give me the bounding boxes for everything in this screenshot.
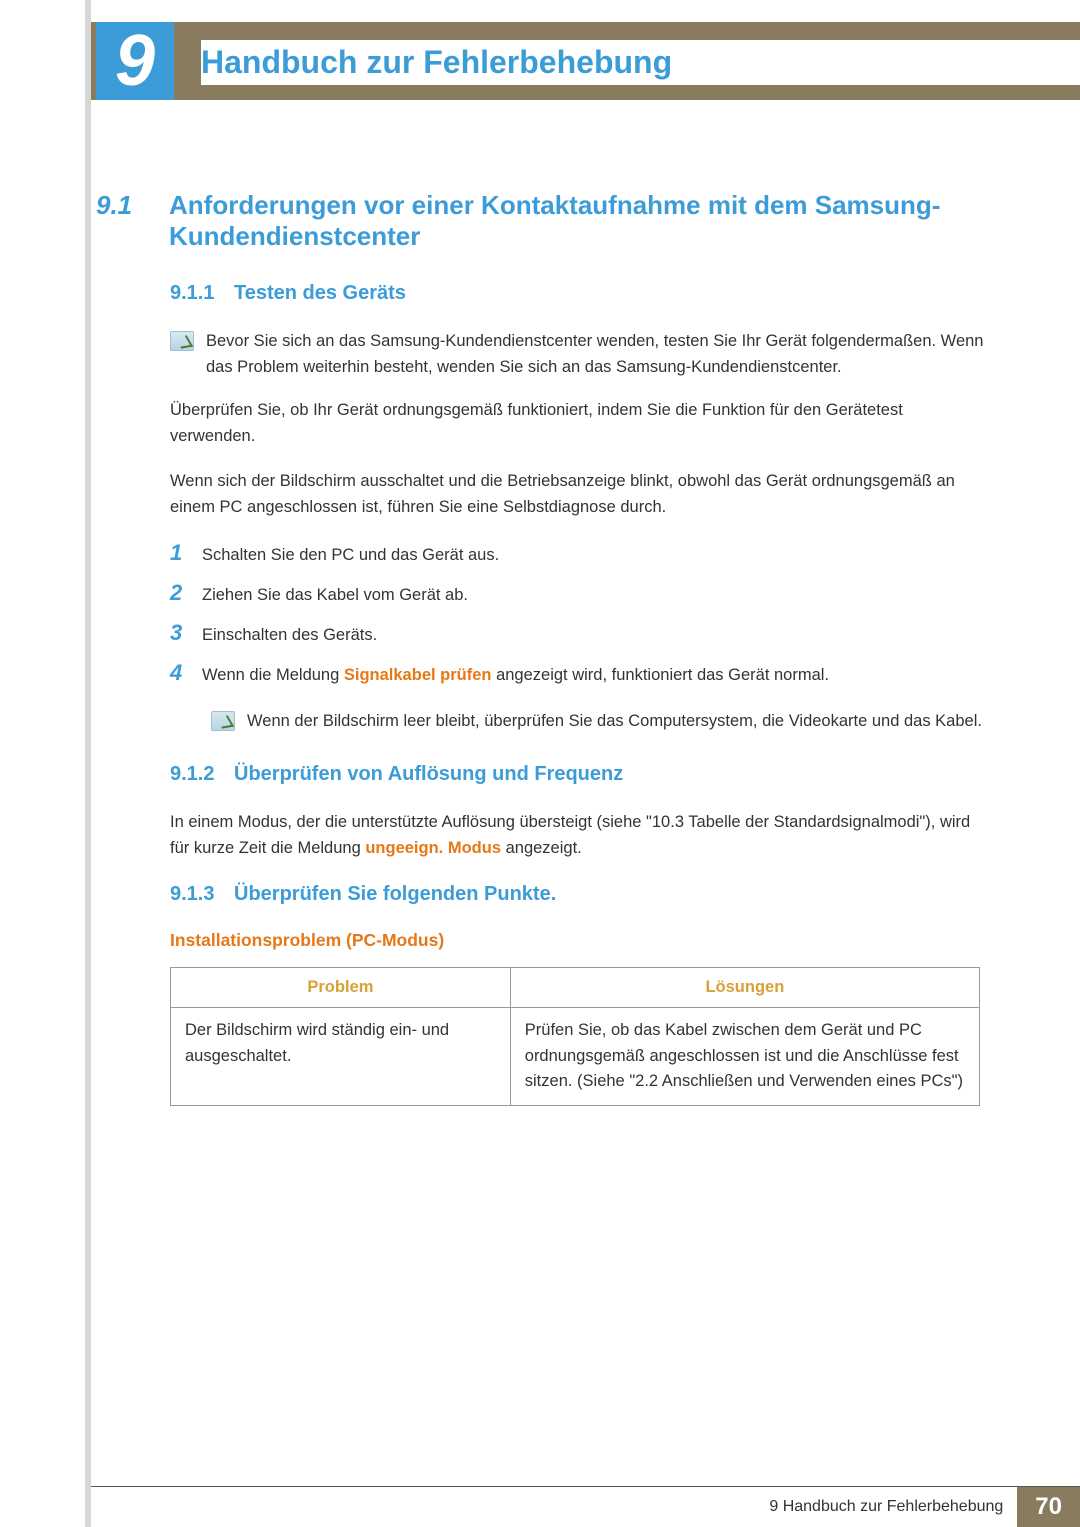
- list-item: 4 Wenn die Meldung Signalkabel prüfen an…: [170, 660, 985, 688]
- footer-page-number: 70: [1035, 1493, 1062, 1521]
- problem-table: Problem Lösungen Der Bildschirm wird stä…: [170, 967, 980, 1106]
- subsection-number: 9.1.1: [170, 282, 220, 305]
- table-cell-problem: Der Bildschirm wird ständig ein- und aus…: [171, 1008, 511, 1106]
- note-icon: [211, 711, 235, 731]
- page-body: 9 Handbuch zur Fehlerbehebung 9.1 Anford…: [91, 0, 1080, 1527]
- subsection-number: 9.1.3: [170, 883, 220, 906]
- footer-label: 9 Handbuch zur Fehlerbehebung: [769, 1498, 1017, 1516]
- p-post: angezeigt.: [501, 839, 582, 857]
- subsection-9-1-2: 9.1.2 Überprüfen von Auflösung und Frequ…: [96, 763, 985, 786]
- paragraph: Wenn sich der Bildschirm ausschaltet und…: [96, 469, 985, 520]
- list-item: 2 Ziehen Sie das Kabel vom Gerät ab.: [170, 580, 985, 608]
- note-text: Bevor Sie sich an das Samsung-Kundendien…: [206, 329, 985, 380]
- footer-page-box: 70: [1017, 1487, 1080, 1527]
- step-text: Einschalten des Geräts.: [202, 623, 377, 648]
- inner-note-block: Wenn der Bildschirm leer bleibt, überprü…: [96, 709, 985, 735]
- table-header-row: Problem Lösungen: [171, 968, 980, 1008]
- table-row: Der Bildschirm wird ständig ein- und aus…: [171, 1008, 980, 1106]
- table-header-problem: Problem: [171, 968, 511, 1008]
- subsection-title: Überprüfen Sie folgenden Punkte.: [234, 883, 556, 906]
- numbered-list: 1 Schalten Sie den PC und das Gerät aus.…: [96, 540, 985, 687]
- note-text: Wenn der Bildschirm leer bleibt, überprü…: [247, 709, 982, 735]
- subsection-number: 9.1.2: [170, 763, 220, 786]
- list-item: 3 Einschalten des Geräts.: [170, 620, 985, 648]
- highlight-text: ungeeign. Modus: [365, 839, 501, 857]
- section-9-1: 9.1 Anforderungen vor einer Kontaktaufna…: [96, 190, 985, 252]
- note-icon: [170, 331, 194, 351]
- paragraph: Überprüfen Sie, ob Ihr Gerät ordnungsgem…: [96, 398, 985, 449]
- note-block: Bevor Sie sich an das Samsung-Kundendien…: [96, 329, 985, 380]
- content-area: 9.1 Anforderungen vor einer Kontaktaufna…: [91, 190, 1080, 1106]
- left-gutter: [0, 0, 85, 1527]
- chapter-title: Handbuch zur Fehlerbehebung: [201, 40, 1080, 85]
- subsection-title: Testen des Geräts: [234, 282, 406, 305]
- page-footer: 9 Handbuch zur Fehlerbehebung 70: [91, 1487, 1080, 1527]
- chapter-number: 9: [115, 25, 155, 97]
- step4-post: angezeigt wird, funktioniert das Gerät n…: [492, 666, 830, 684]
- chapter-number-box: 9: [96, 22, 174, 100]
- list-item: 1 Schalten Sie den PC und das Gerät aus.: [170, 540, 985, 568]
- subsection-title: Überprüfen von Auflösung und Frequenz: [234, 763, 623, 786]
- highlight-text: Signalkabel prüfen: [344, 666, 492, 684]
- section-title: Anforderungen vor einer Kontaktaufnahme …: [169, 190, 985, 252]
- table-header-solution: Lösungen: [510, 968, 979, 1008]
- step-text: Wenn die Meldung Signalkabel prüfen ange…: [202, 663, 829, 688]
- table-heading: Installationsproblem (PC-Modus): [96, 930, 985, 951]
- step-text: Schalten Sie den PC und das Gerät aus.: [202, 543, 499, 568]
- step4-pre: Wenn die Meldung: [202, 666, 344, 684]
- step-text: Ziehen Sie das Kabel vom Gerät ab.: [202, 583, 468, 608]
- subsection-9-1-1: 9.1.1 Testen des Geräts: [96, 282, 985, 305]
- paragraph: In einem Modus, der die unterstützte Auf…: [96, 810, 985, 861]
- step-number: 2: [170, 580, 190, 606]
- step-number: 1: [170, 540, 190, 566]
- step-number: 3: [170, 620, 190, 646]
- section-number: 9.1: [96, 190, 151, 252]
- step-number: 4: [170, 660, 190, 686]
- table-cell-solution: Prüfen Sie, ob das Kabel zwischen dem Ge…: [510, 1008, 979, 1106]
- subsection-9-1-3: 9.1.3 Überprüfen Sie folgenden Punkte.: [96, 883, 985, 906]
